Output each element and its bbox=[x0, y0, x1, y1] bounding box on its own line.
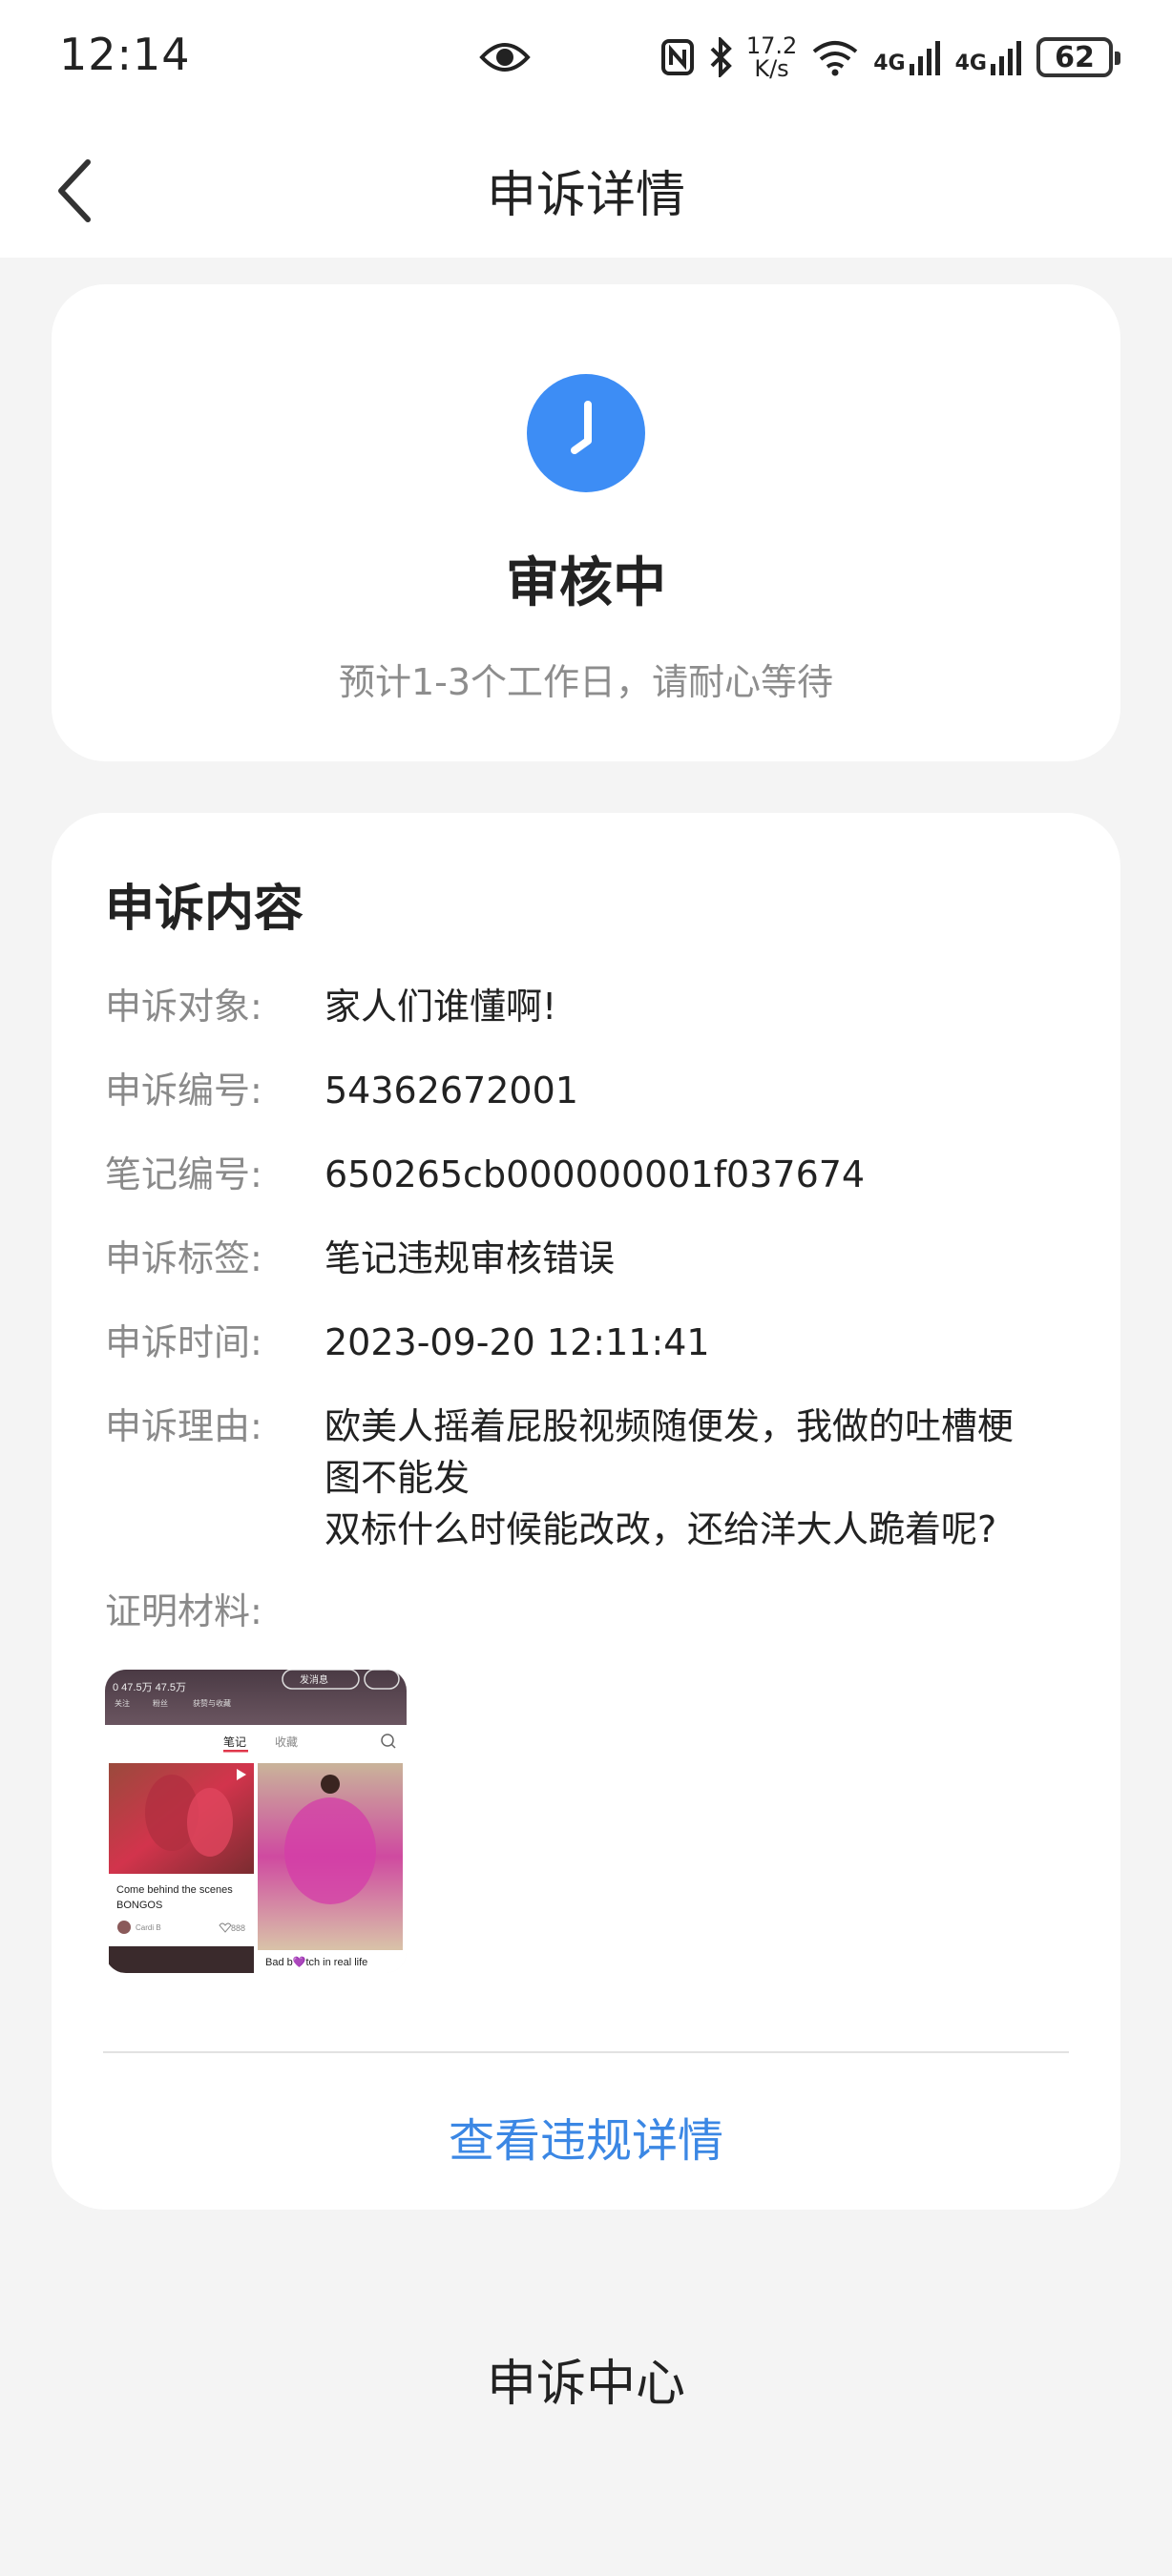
row-value: 家人们谁懂啊! bbox=[324, 986, 557, 1028]
status-subtitle: 预计1-3个工作日，请耐心等待 bbox=[338, 661, 834, 703]
network-type-1: 4G bbox=[873, 52, 906, 75]
thumb-card1-likes: 888 bbox=[231, 1923, 245, 1933]
row-label: 申诉理由: bbox=[105, 1405, 262, 1447]
review-status-card: 审核中 预计1-3个工作日，请耐心等待 bbox=[52, 284, 1120, 761]
reason-line-2: 图不能发 bbox=[324, 1457, 471, 1499]
eye-icon bbox=[479, 43, 531, 72]
thumb-fans-label: 粉丝 bbox=[153, 1698, 168, 1708]
page-title: 申诉详情 bbox=[486, 167, 685, 224]
reason-line-1: 欧美人摇着屁股视频随便发，我做的吐槽梗 bbox=[324, 1405, 1015, 1447]
speed-unit: K/s bbox=[754, 55, 789, 82]
row-appeal-target: 申诉对象: 家人们谁懂啊! bbox=[105, 981, 1067, 1032]
thumb-message-btn: 发消息 bbox=[300, 1673, 328, 1686]
section-title: 申诉内容 bbox=[105, 881, 304, 938]
reason-line-3: 双标什么时候能改改，还给洋大人跪着呢? bbox=[324, 1508, 997, 1550]
status-title: 审核中 bbox=[506, 552, 666, 614]
row-value: 笔记违规审核错误 bbox=[324, 1237, 616, 1279]
row-label: 申诉时间: bbox=[105, 1321, 262, 1363]
thumb-stats: 0 47.5万 47.5万 bbox=[113, 1682, 186, 1693]
bluetooth-icon bbox=[710, 37, 732, 77]
thumb-card2-caption: Bad b💜tch in real life bbox=[265, 1956, 367, 1968]
status-icons: 17.2 K/s 4G 4G 62 bbox=[660, 29, 1120, 86]
clock-hands bbox=[571, 401, 592, 454]
cell-signal-1: 4G bbox=[873, 39, 941, 75]
thumb-card1-caption-2: BONGOS bbox=[116, 1900, 162, 1911]
row-appeal-reason: 申诉理由: 欧美人摇着屁股视频随便发，我做的吐槽梗 图不能发 双标什么时候能改改… bbox=[105, 1401, 1067, 1555]
thumb-tab-notes: 笔记 bbox=[223, 1735, 246, 1749]
cell-signal-2: 4G bbox=[955, 39, 1023, 75]
nav-bar: 申诉详情 bbox=[0, 114, 1172, 258]
wifi-icon bbox=[812, 41, 858, 76]
row-label: 申诉对象: bbox=[105, 986, 262, 1028]
row-appeal-time: 申诉时间: 2023-09-20 12:11:41 bbox=[105, 1317, 1067, 1368]
row-proof: 证明材料: bbox=[105, 1586, 1067, 1637]
row-label: 申诉编号: bbox=[105, 1070, 262, 1111]
signal-icon bbox=[909, 41, 940, 75]
thumb-card1-caption-1: Come behind the scenes bbox=[116, 1884, 233, 1896]
row-appeal-tag: 申诉标签: 笔记违规审核错误 bbox=[105, 1233, 1067, 1284]
row-label: 证明材料: bbox=[105, 1590, 262, 1632]
proof-image[interactable]: 0 47.5万 47.5万 关注 粉丝 获赞与收藏 发消息 笔记 收藏 Come… bbox=[105, 1670, 407, 1973]
row-appeal-id: 申诉编号: 54362672001 bbox=[105, 1065, 1067, 1116]
view-violation-details-link[interactable]: 查看违规详情 bbox=[52, 2103, 1120, 2170]
row-value: 650265cb000000001f037674 bbox=[324, 1153, 866, 1195]
speed-value: 17.2 bbox=[745, 32, 798, 59]
thumb-likes-label: 获赞与收藏 bbox=[193, 1698, 231, 1708]
proof-screenshot: 0 47.5万 47.5万 关注 粉丝 获赞与收藏 发消息 笔记 收藏 Come… bbox=[105, 1670, 407, 1973]
appeal-content-card: 申诉内容 申诉对象: 家人们谁懂啊! 申诉编号: 54362672001 笔记编… bbox=[52, 813, 1120, 2210]
thumb-card1-author: Cardi B bbox=[136, 1923, 161, 1932]
clock-icon bbox=[527, 374, 645, 492]
row-value: 54362672001 bbox=[324, 1070, 578, 1111]
row-label: 申诉标签: bbox=[105, 1237, 262, 1279]
network-type-2: 4G bbox=[954, 52, 987, 75]
battery-indicator: 62 bbox=[1036, 37, 1120, 77]
row-value: 2023-09-20 12:11:41 bbox=[324, 1321, 710, 1363]
thumb-tab-saved: 收藏 bbox=[275, 1735, 298, 1749]
row-note-id: 笔记编号: 650265cb000000001f037674 bbox=[105, 1149, 1067, 1200]
status-time: 12:14 bbox=[59, 29, 191, 80]
thumb-follow-label: 关注 bbox=[115, 1698, 130, 1708]
appeal-center-link[interactable]: 申诉中心 bbox=[0, 2343, 1172, 2415]
nfc-icon bbox=[660, 39, 694, 75]
signal-icon bbox=[991, 41, 1021, 75]
network-speed: 17.2 K/s bbox=[746, 34, 797, 80]
status-bar: 12:14 17.2 K/s 4G 4G 62 bbox=[0, 0, 1172, 114]
battery-level: 62 bbox=[1055, 40, 1095, 74]
reason-text: 欧美人摇着屁股视频随便发，我做的吐槽梗 图不能发 双标什么时候能改改，还给洋大人… bbox=[324, 1401, 1014, 1555]
row-label: 笔记编号: bbox=[105, 1153, 262, 1195]
divider bbox=[103, 2051, 1069, 2053]
